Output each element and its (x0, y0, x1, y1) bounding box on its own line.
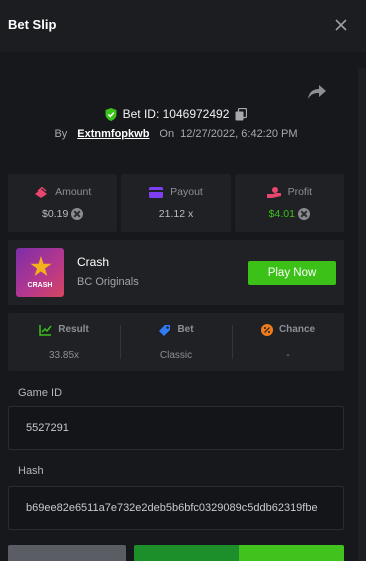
result-icon (39, 324, 52, 336)
game-name: Crash (77, 255, 110, 269)
username-link[interactable]: Extnmfopkwb (77, 128, 149, 140)
currency-coin-icon (71, 208, 84, 220)
payout-value: 21.12 x (158, 208, 194, 220)
bet-label: Bet (177, 324, 194, 335)
chance-value: - (286, 349, 290, 361)
amount-stat: Amount $0.19 (8, 174, 118, 232)
amount-label: Amount (55, 186, 92, 198)
percent-icon (260, 323, 273, 336)
play-now-button[interactable]: Play Now (248, 261, 336, 285)
game-id-field[interactable]: 5527291 (8, 406, 344, 450)
by-label: By (54, 128, 68, 140)
bet-type-stat: Bet Classic (120, 313, 232, 371)
bet-id-row: Bet ID: 1046972492 (0, 107, 352, 121)
verify-button[interactable] (8, 545, 126, 561)
bet-byline: By Extnmfopkwb On 12/27/2022, 6:42:20 PM (0, 128, 352, 140)
game-id-label: Game ID (18, 387, 63, 399)
close-icon (335, 19, 347, 31)
payout-stat: Payout 21.12 x (121, 174, 231, 232)
profit-stat: Profit $4.01 (234, 174, 344, 232)
primary-action-button[interactable] (134, 545, 344, 561)
game-thumbnail[interactable]: CRASH (16, 248, 64, 297)
hash-label: Hash (18, 465, 44, 477)
coin-stack-icon (35, 186, 48, 198)
verified-shield-icon (105, 107, 117, 121)
currency-coin-icon (297, 208, 310, 220)
on-label: On (159, 128, 175, 140)
bet-stats: Amount $0.19 Payout 21.12 x Profit $4.01 (8, 174, 344, 232)
result-label: Result (58, 324, 89, 335)
bet-icon (159, 324, 171, 336)
bet-value: Classic (159, 349, 193, 361)
bet-id: Bet ID: 1046972492 (122, 107, 230, 121)
bet-datetime: 12/27/2022, 6:42:20 PM (180, 128, 298, 140)
burst-icon (30, 256, 52, 277)
payout-label: Payout (170, 186, 203, 198)
scrollbar[interactable] (358, 68, 366, 561)
modal-header: Bet Slip (0, 0, 366, 52)
modal-title: Bet Slip (8, 17, 57, 32)
result-value: 33.85x (48, 349, 80, 361)
game-provider: BC Originals (77, 276, 139, 288)
result-stat: Result 33.85x (8, 313, 120, 371)
copy-icon[interactable] (235, 107, 248, 121)
hand-coin-icon (266, 186, 281, 198)
profit-value: $4.01 (268, 208, 295, 220)
thumbnail-text: CRASH (27, 282, 53, 289)
hash-field[interactable]: b69ee82e6511a7e732e2deb5b6bfc0329089c5dd… (8, 486, 344, 530)
result-stats: Result 33.85x Bet Classic Chance - (8, 313, 344, 371)
card-icon (149, 186, 164, 198)
share-icon[interactable] (306, 82, 328, 102)
chance-label: Chance (278, 324, 316, 335)
close-button[interactable] (330, 14, 352, 36)
profit-label: Profit (287, 186, 313, 198)
chance-stat: Chance - (232, 313, 344, 371)
game-card: CRASH Crash BC Originals Play Now (8, 240, 344, 305)
amount-value: $0.19 (42, 208, 69, 220)
